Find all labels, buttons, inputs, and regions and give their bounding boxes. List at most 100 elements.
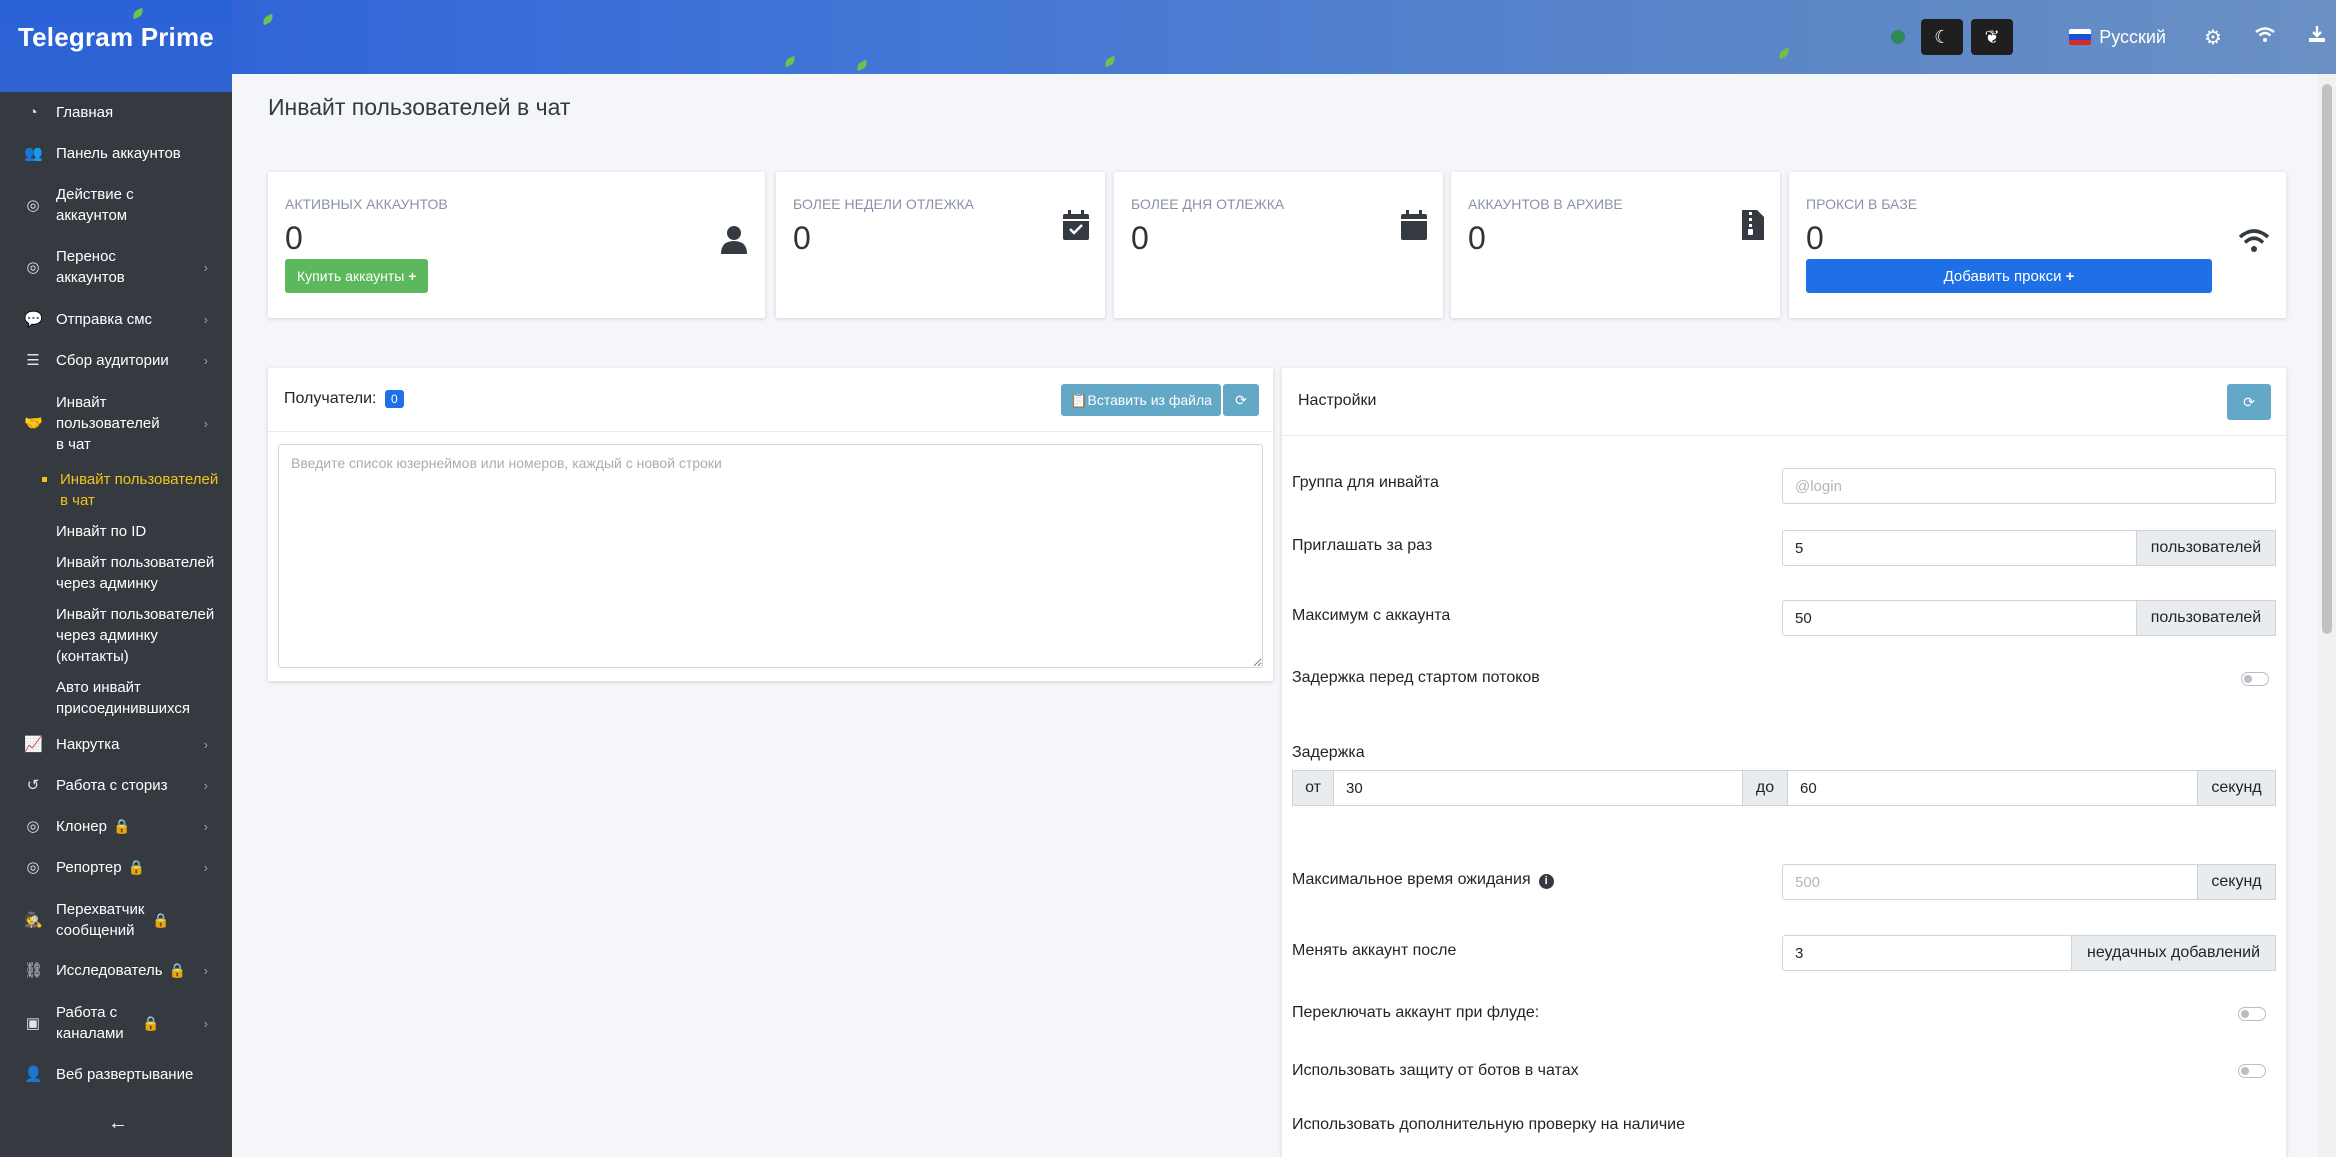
sidebar-subitem-invite-chat[interactable]: Инвайт пользователей в чат bbox=[4, 469, 224, 511]
recipients-count-badge: 0 bbox=[384, 390, 404, 408]
sidebar-item-cloner[interactable]: ◎ Клонер 🔒 › bbox=[0, 816, 232, 837]
stat-value: 0 bbox=[1468, 220, 1486, 256]
sidebar-item-invite[interactable]: 🤝 Инвайт пользователей в чат › bbox=[0, 392, 232, 455]
lock-icon: 🔒 bbox=[152, 911, 170, 928]
delay-from-input[interactable] bbox=[1333, 770, 1743, 806]
max-wait-input[interactable] bbox=[1782, 864, 2198, 900]
collapse-sidebar-arrow-icon[interactable]: ← bbox=[108, 1112, 128, 1135]
refresh-settings-button[interactable]: ⟳ bbox=[2227, 384, 2271, 420]
sidebar-subitem-auto-invite[interactable]: Авто инвайт присоединившихся bbox=[0, 677, 220, 719]
recipients-title: Получатели: 0 bbox=[284, 390, 404, 408]
refresh-recipients-button[interactable]: ⟳ bbox=[1223, 384, 1259, 416]
lock-icon: 🔒 bbox=[142, 1014, 160, 1031]
add-proxy-button[interactable]: Добавить прокси + bbox=[1806, 259, 2212, 293]
chevron-right-icon: › bbox=[203, 1015, 208, 1031]
flood-switch-toggle[interactable] bbox=[2238, 1007, 2266, 1021]
sitemap-icon: ⛓ bbox=[24, 962, 44, 979]
buy-accounts-button[interactable]: Купить аккаунты + bbox=[285, 259, 429, 293]
user-circle-icon: ◎ bbox=[26, 196, 40, 214]
lock-icon: 🔒 bbox=[127, 859, 145, 875]
top-bar: ☾ ❦ Русский ⚙ bbox=[0, 0, 2336, 74]
handshake-icon: 🤝 bbox=[24, 415, 43, 432]
recipients-textarea[interactable] bbox=[278, 444, 1263, 668]
sidebar-item-boost[interactable]: 📈 Накрутка › bbox=[0, 734, 232, 755]
info-icon[interactable]: i bbox=[1538, 874, 1554, 889]
per-batch-input[interactable] bbox=[1782, 530, 2137, 566]
stat-value: 0 bbox=[1806, 220, 1824, 256]
database-icon: ☰ bbox=[26, 352, 40, 369]
switch-after-label: Менять аккаунт после bbox=[1292, 942, 1457, 959]
sidebar-item-account-transfer[interactable]: ◎ Перенос аккаунтов › bbox=[0, 246, 232, 288]
language-selector[interactable]: Русский bbox=[2069, 27, 2166, 48]
sidebar-subitem-invite-admin-contacts[interactable]: Инвайт пользователей через админку (конт… bbox=[0, 604, 220, 667]
sidebar-item-interceptor[interactable]: 🕵 Перехватчик сообщений 🔒 bbox=[0, 899, 232, 941]
stat-label: Более дня отлежка bbox=[1131, 196, 1285, 212]
chevron-right-icon: › bbox=[203, 819, 208, 834]
stat-value: 0 bbox=[1131, 220, 1149, 256]
stat-card-week-aged: Более недели отлежка 0 bbox=[776, 172, 1105, 318]
settings-gear-icon[interactable]: ⚙ bbox=[2202, 25, 2224, 50]
delay-to-label: до bbox=[1742, 770, 1788, 806]
per-batch-unit: пользователей bbox=[2136, 530, 2276, 566]
page-title: Инвайт пользователей в чат bbox=[268, 94, 571, 120]
sidebar-item-home[interactable]: ◔ Главная bbox=[0, 102, 232, 123]
users-icon: 👥 bbox=[24, 145, 43, 162]
extra-check-label: Использовать дополнительную проверку на … bbox=[1292, 1116, 1685, 1133]
main-content: Инвайт пользователей в чат Активных акка… bbox=[232, 74, 2286, 1157]
sidebar-item-audience[interactable]: ☰ Сбор аудитории › bbox=[0, 350, 232, 371]
stat-card-day-aged: Более дня отлежка 0 bbox=[1114, 172, 1443, 318]
nature-theme-button[interactable]: ❦ bbox=[1971, 19, 2014, 55]
russia-flag-icon bbox=[2069, 29, 2092, 45]
chart-icon: 📈 bbox=[24, 736, 43, 753]
download-icon[interactable] bbox=[2306, 25, 2328, 49]
recipients-card: Получатели: 0 📋 Вставить из файла ⟳ bbox=[268, 368, 1273, 681]
stat-label: Прокси в базе bbox=[1806, 196, 1918, 212]
sidebar-item-account-actions[interactable]: ◎ Действие с аккаунтом bbox=[0, 184, 232, 226]
top-toolbar: ☾ ❦ Русский ⚙ bbox=[1891, 18, 2336, 56]
sidebar-item-accounts-panel[interactable]: 👥 Панель аккаунтов bbox=[0, 143, 232, 164]
wifi-icon bbox=[2238, 228, 2270, 262]
brand-title[interactable]: Telegram Prime bbox=[18, 22, 214, 53]
bot-protection-toggle[interactable] bbox=[2238, 1064, 2266, 1078]
recipients-card-header: Получатели: 0 📋 Вставить из файла ⟳ bbox=[268, 368, 1273, 432]
sidebar-subitem-invite-admin[interactable]: Инвайт пользователей через админку bbox=[0, 552, 220, 594]
dark-theme-button[interactable]: ☾ bbox=[1921, 19, 1964, 55]
settings-card: Настройки ⟳ Группа для инвайта Приглашат… bbox=[1282, 368, 2286, 1157]
lock-icon: 🔒 bbox=[112, 818, 131, 834]
sidebar-subitem-invite-id[interactable]: Инвайт по ID bbox=[0, 521, 220, 542]
paste-from-file-button[interactable]: 📋 Вставить из файла bbox=[1061, 384, 1221, 416]
lock-icon: 🔒 bbox=[168, 962, 187, 978]
sidebar-item-stories[interactable]: ↺ Работа с сториз › bbox=[0, 775, 232, 796]
sidebar-item-channels[interactable]: ▣ Работа с каналами 🔒 › bbox=[0, 1002, 232, 1044]
max-wait-unit: секунд bbox=[2197, 864, 2276, 900]
switch-after-input[interactable] bbox=[1782, 935, 2072, 971]
plus-icon: + bbox=[408, 268, 417, 284]
start-delay-label: Задержка перед стартом потоков bbox=[1292, 669, 1540, 686]
max-per-account-label: Максимум с аккаунта bbox=[1292, 607, 1451, 624]
start-delay-toggle[interactable] bbox=[2241, 672, 2269, 686]
chevron-right-icon: › bbox=[203, 259, 208, 275]
address-book-icon: ▣ bbox=[25, 1014, 41, 1032]
delay-to-input[interactable] bbox=[1787, 770, 2198, 806]
wifi-icon[interactable] bbox=[2254, 26, 2276, 49]
sidebar-item-reporter[interactable]: ◎ Репортер 🔒 › bbox=[0, 857, 232, 878]
user-circle-icon: ◎ bbox=[26, 859, 40, 876]
scrollbar-thumb[interactable] bbox=[2322, 84, 2332, 634]
calendar-icon bbox=[1401, 210, 1427, 248]
chevron-right-icon: › bbox=[203, 737, 208, 752]
moon-icon: ☾ bbox=[1934, 26, 1951, 47]
chevron-right-icon: › bbox=[203, 353, 208, 368]
sidebar-item-sms[interactable]: 💬 Отправка смс › bbox=[0, 309, 232, 330]
chevron-right-icon: › bbox=[203, 963, 208, 978]
sidebar-item-explorer[interactable]: ⛓ Исследователь 🔒 › bbox=[0, 960, 232, 981]
group-input[interactable] bbox=[1782, 468, 2276, 504]
per-batch-label: Приглашать за раз bbox=[1292, 537, 1433, 554]
sidebar-item-web-deploy[interactable]: 👤 Веб развертывание аккаунта bbox=[0, 1064, 232, 1090]
chevron-right-icon: › bbox=[203, 778, 208, 793]
max-per-account-input[interactable] bbox=[1782, 600, 2137, 636]
stat-label: Активных аккаунтов bbox=[285, 196, 448, 212]
page-scrollbar[interactable] bbox=[2318, 74, 2336, 1157]
file-zip-icon bbox=[1742, 210, 1764, 248]
stat-label: Более недели отлежка bbox=[793, 196, 975, 212]
stat-card-active-accounts: Активных аккаунтов 0 Купить аккаунты + bbox=[268, 172, 765, 318]
